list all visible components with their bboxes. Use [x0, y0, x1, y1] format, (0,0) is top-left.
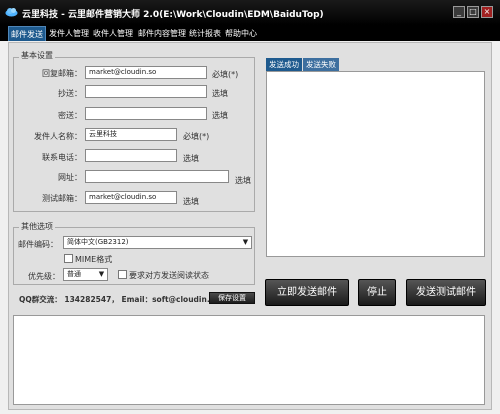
contact-info: QQ群交流： 134282547， Email：soft@cloudin.so: [19, 295, 220, 304]
encoding-value: 简体中文(GB2312): [67, 238, 129, 246]
menu-help[interactable]: 帮助中心: [223, 26, 259, 41]
mime-label: MIME格式: [75, 255, 113, 264]
read-receipt-label: 要求对方发送阅读状态: [129, 271, 209, 280]
tab-send-failed[interactable]: 发送失败: [303, 58, 339, 71]
minimize-button[interactable]: _: [453, 6, 465, 18]
window-title: 云里科技 - 云里邮件营销大师 2.0(E:\Work\Cloudin\EDM\…: [22, 10, 324, 20]
phone-hint: 选填: [183, 154, 199, 163]
reply-email-hint: 必填(*): [212, 70, 239, 79]
cc-hint: 选填: [212, 89, 228, 98]
phone-input[interactable]: [85, 149, 177, 162]
reply-email-input[interactable]: market@cloudin.so: [85, 66, 207, 79]
bcc-label: 密送：: [58, 111, 82, 120]
test-email-label: 测试邮箱：: [42, 194, 82, 203]
send-now-button[interactable]: 立即发送邮件: [265, 279, 349, 306]
test-email-hint: 选填: [183, 197, 199, 206]
website-label: 网址：: [58, 173, 82, 182]
close-button[interactable]: ×: [481, 6, 493, 18]
maximize-button[interactable]: □: [467, 6, 479, 18]
encoding-select[interactable]: 简体中文(GB2312) ▼: [63, 236, 252, 249]
chevron-down-icon: ▼: [98, 270, 105, 278]
basic-settings-legend: 基本设置: [19, 50, 55, 61]
other-options-legend: 其他选项: [19, 221, 55, 232]
test-email-input[interactable]: market@cloudin.so: [85, 191, 177, 204]
send-test-button[interactable]: 发送测试邮件: [406, 279, 486, 306]
stop-button[interactable]: 停止: [358, 279, 396, 306]
sender-name-hint: 必填(*): [183, 132, 210, 141]
priority-select[interactable]: 普通 ▼: [63, 268, 108, 281]
phone-label: 联系电话：: [42, 153, 82, 162]
chevron-down-icon: ▼: [242, 238, 249, 246]
mime-checkbox[interactable]: [64, 254, 73, 263]
bcc-hint: 选填: [212, 111, 228, 120]
priority-label: 优先级：: [28, 272, 60, 281]
save-settings-button[interactable]: 保存设置: [209, 292, 255, 304]
title-bar: 云里科技 - 云里邮件营销大师 2.0(E:\Work\Cloudin\EDM\…: [0, 0, 500, 25]
sender-name-label: 发件人名称：: [34, 132, 82, 141]
result-list[interactable]: [266, 71, 485, 257]
sender-name-input[interactable]: 云里科技: [85, 128, 177, 141]
priority-value: 普通: [67, 270, 81, 278]
cloud-icon: [5, 8, 18, 17]
menu-bar: 邮件发送 发件人管理 收件人管理 邮件内容管理 统计报表 帮助中心: [0, 25, 500, 41]
menu-content-manage[interactable]: 邮件内容管理: [136, 26, 188, 41]
menu-reports[interactable]: 统计报表: [187, 26, 223, 41]
bcc-input[interactable]: [85, 107, 207, 120]
menu-sender-manage[interactable]: 发件人管理: [47, 26, 91, 41]
reply-email-label: 回复邮箱：: [42, 69, 82, 78]
website-hint: 选填: [235, 176, 251, 185]
cc-label: 抄送：: [58, 89, 82, 98]
log-area[interactable]: [13, 315, 485, 405]
menu-recipient-manage[interactable]: 收件人管理: [91, 26, 135, 41]
menu-send-mail[interactable]: 邮件发送: [8, 26, 46, 41]
cc-input[interactable]: [85, 85, 207, 98]
tab-send-success[interactable]: 发送成功: [266, 58, 302, 71]
read-receipt-checkbox[interactable]: [118, 270, 127, 279]
website-input[interactable]: [85, 170, 229, 183]
encoding-label: 邮件编码：: [18, 240, 58, 249]
